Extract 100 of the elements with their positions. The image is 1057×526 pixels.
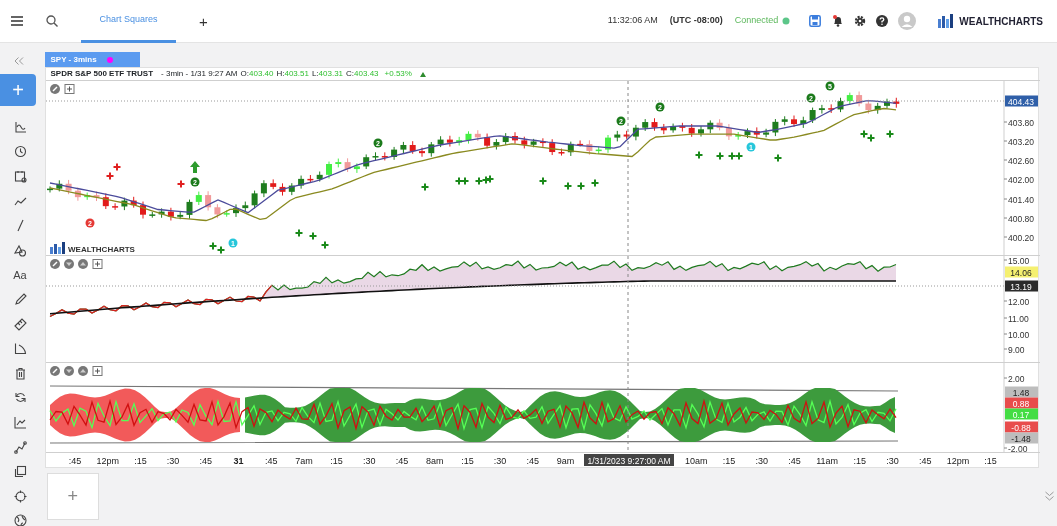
time-label: 10am xyxy=(684,456,708,466)
axis-label: -2.00 xyxy=(1007,443,1027,452)
menu-icon[interactable] xyxy=(11,16,23,26)
edit-icon[interactable] xyxy=(49,366,60,376)
bell-icon[interactable] xyxy=(832,15,845,27)
axis-label: 15.00 xyxy=(1007,255,1029,266)
timezone-label: (UTC -08:00) xyxy=(669,14,723,28)
up-arrow-icon xyxy=(189,161,200,173)
add-button[interactable]: + xyxy=(0,74,36,106)
clock-icon[interactable] xyxy=(13,145,27,159)
collapse-down-icon[interactable] xyxy=(63,259,74,269)
crosshair-icon[interactable] xyxy=(13,489,27,503)
crosshair-time-label: 1/31/2023 9:27:00 AM xyxy=(583,454,674,466)
edit-icon[interactable] xyxy=(49,84,60,94)
chart-tab[interactable]: Chart Squares xyxy=(81,0,176,43)
price-badge: -0.88 xyxy=(1004,421,1038,433)
axis-label: 11.00 xyxy=(1007,313,1029,324)
time-label: :45 xyxy=(918,456,931,466)
price-badge: 1.48 xyxy=(1004,386,1038,398)
time-label: :45 xyxy=(526,456,539,466)
search-icon[interactable] xyxy=(46,15,58,27)
ohlc-value: C:403.43 xyxy=(346,68,379,80)
time-label: 8am xyxy=(425,456,443,466)
collapse-icon[interactable] xyxy=(14,57,24,65)
time-label: :15 xyxy=(722,456,735,466)
time-label: :45 xyxy=(787,456,801,466)
globe-icon[interactable] xyxy=(13,514,27,526)
time-label: 11am xyxy=(815,456,838,466)
axis-label: 402.60 xyxy=(1007,155,1034,166)
add-layout-button[interactable]: + xyxy=(46,472,99,520)
trash-icon[interactable] xyxy=(13,366,27,380)
time-label: 12pm xyxy=(95,456,119,466)
refresh-icon[interactable] xyxy=(13,391,27,405)
symbol-name: SPDR S&P 500 ETF TRUST xyxy=(50,68,154,80)
layers-icon[interactable] xyxy=(13,465,27,479)
price-badge: 0.17 xyxy=(1004,408,1038,420)
axis-label: 400.20 xyxy=(1007,232,1034,243)
time-label: :30 xyxy=(166,456,179,466)
edit-icon[interactable] xyxy=(49,259,60,269)
axis-label: 403.80 xyxy=(1007,117,1034,128)
axis-label: 10.00 xyxy=(1007,329,1029,340)
time-label: :45 xyxy=(264,456,277,466)
status-dot-icon xyxy=(106,56,113,63)
save-icon[interactable] xyxy=(809,15,822,27)
add-indicator-icon[interactable] xyxy=(92,366,102,376)
time-label: :30 xyxy=(885,456,899,466)
connection-status: Connected xyxy=(734,14,779,28)
help-icon[interactable] xyxy=(876,15,889,27)
angle-icon[interactable] xyxy=(13,342,27,356)
line-chart-icon[interactable] xyxy=(13,415,27,429)
time-label: :30 xyxy=(493,456,506,466)
price-badge: 14.06 xyxy=(1004,266,1038,278)
ohlc-value: O:403.40 xyxy=(240,68,274,80)
ohlc-value: H:403.51 xyxy=(276,68,309,80)
price-badge: 13.19 xyxy=(1004,280,1038,292)
axis-label: 9.00 xyxy=(1007,344,1025,355)
collapse-down-icon[interactable] xyxy=(63,366,74,376)
text-tool-button[interactable]: Aa xyxy=(13,266,27,284)
interval-text: - 3min - 1/31 9:27 AM xyxy=(161,68,238,80)
time-label: 9am xyxy=(556,456,574,466)
clock-time: 11:32:06 AM xyxy=(607,14,658,28)
axis-label: 402.00 xyxy=(1007,174,1034,185)
axis-label: 401.40 xyxy=(1007,194,1034,205)
axis-label: 12.00 xyxy=(1007,296,1029,307)
axis-label: 2.00 xyxy=(1007,373,1025,384)
axis-label: 403.20 xyxy=(1007,136,1034,147)
pencil-icon[interactable] xyxy=(13,292,27,306)
time-label: :45 xyxy=(395,456,408,466)
price-badge: -1.48 xyxy=(1004,432,1038,444)
time-label: :15 xyxy=(460,456,474,466)
time-label: :15 xyxy=(329,456,343,466)
time-label: :30 xyxy=(362,456,376,466)
add-tab-button[interactable]: + xyxy=(199,13,208,29)
time-label: :45 xyxy=(199,456,212,466)
time-label: :15 xyxy=(133,456,147,466)
node-line-icon[interactable] xyxy=(13,440,27,454)
time-label: 12pm xyxy=(946,456,969,466)
watermark-logo: WEALTHCHARTS xyxy=(49,242,135,254)
time-label: 7am xyxy=(294,456,313,466)
symbol-tab[interactable]: SPY - 3mins xyxy=(44,52,140,67)
time-label: :15 xyxy=(853,456,866,466)
time-label: :15 xyxy=(983,456,997,466)
axis-label: 400.80 xyxy=(1007,213,1034,224)
time-label: :30 xyxy=(754,456,768,466)
time-label: 31 xyxy=(233,456,243,466)
logo-text: WEALTHCHARTS xyxy=(959,14,1043,29)
collapse-up-icon[interactable] xyxy=(77,259,88,269)
ohlc-value: L:403.31 xyxy=(311,68,344,80)
calendar-icon[interactable] xyxy=(13,170,27,183)
time-label: :45 xyxy=(68,456,81,466)
settings-icon[interactable] xyxy=(854,15,867,27)
add-indicator-icon[interactable] xyxy=(64,84,74,94)
indicator-icon[interactable] xyxy=(13,120,27,134)
ruler-icon[interactable] xyxy=(13,317,27,331)
shapes-icon[interactable] xyxy=(13,243,27,257)
price-badge: 0.88 xyxy=(1004,397,1038,409)
add-indicator-icon[interactable] xyxy=(92,259,102,269)
change-percent: +0.53% xyxy=(384,68,412,80)
collapse-up-icon[interactable] xyxy=(77,366,88,376)
price-badge: 404.43 xyxy=(1004,95,1038,107)
